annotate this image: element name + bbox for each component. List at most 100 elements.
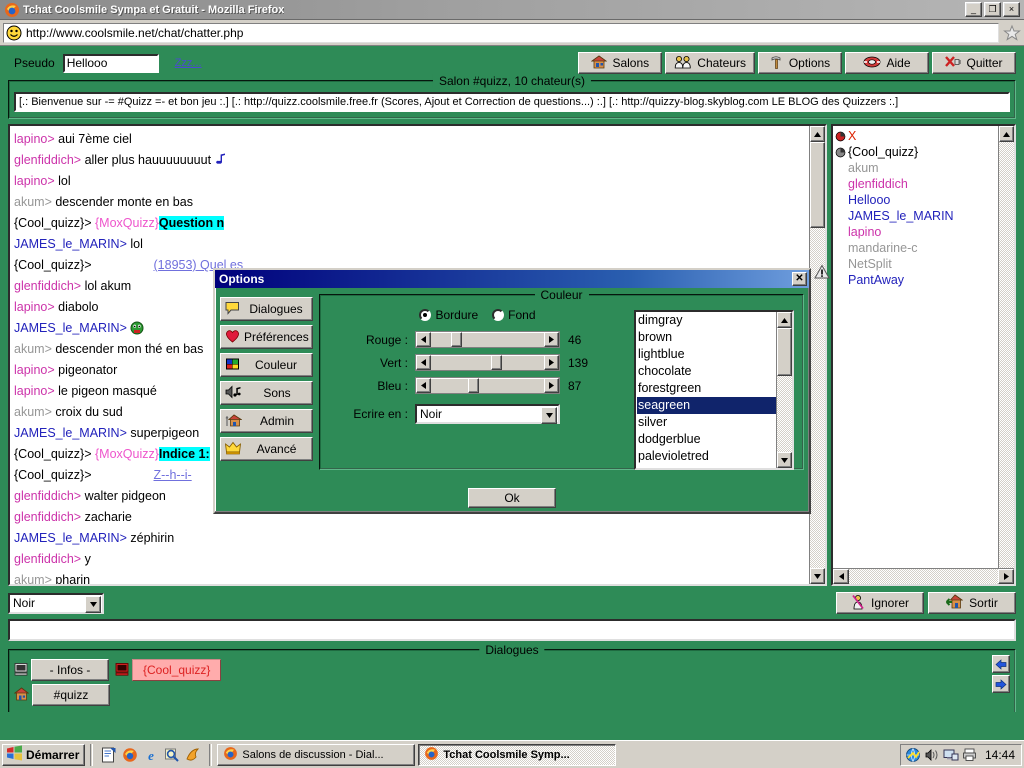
show-desktop-icon[interactable] xyxy=(101,747,117,763)
dialogue-tab-quizz-button[interactable]: #quizz xyxy=(32,684,110,706)
user-list-panel[interactable]: X {Cool_quizz} akum glenfiddich Hellooo … xyxy=(831,124,1016,586)
color-list-item[interactable]: dodgerblue xyxy=(637,431,776,448)
scroll-right-arrow-icon[interactable] xyxy=(998,569,1014,584)
start-button[interactable]: Démarrer xyxy=(2,743,86,766)
color-list-item[interactable]: forestgreen xyxy=(637,380,776,397)
dialogue-scroll-left-icon[interactable] xyxy=(992,655,1010,673)
chevron-down-icon[interactable] xyxy=(85,595,101,613)
user-list-item[interactable]: {Cool_quizz} xyxy=(835,144,998,160)
color-list-item[interactable]: silver xyxy=(637,414,776,431)
radio-fond-indicator[interactable] xyxy=(492,309,505,321)
slider-bleu-track[interactable] xyxy=(431,378,544,393)
taskbar-window-tchat[interactable]: Tchat Coolsmile Symp... xyxy=(418,743,617,766)
user-list-item[interactable]: JAMES_le_MARIN xyxy=(835,208,998,224)
slider-bleu-thumb[interactable] xyxy=(468,378,480,393)
aide-button[interactable]: Aide xyxy=(845,52,929,74)
scroll-down-arrow-icon[interactable] xyxy=(810,568,825,584)
ok-button[interactable]: Ok xyxy=(468,488,556,508)
printer-icon[interactable] xyxy=(962,747,978,763)
radio-fond[interactable]: Fond xyxy=(492,308,536,322)
slider-rouge[interactable] xyxy=(415,331,560,348)
media-player-icon[interactable] xyxy=(185,747,201,763)
dialogue-scroll-right-icon[interactable] xyxy=(992,675,1010,693)
slider-rouge-right-arrow-icon[interactable] xyxy=(544,332,559,347)
slider-vert-right-arrow-icon[interactable] xyxy=(544,355,559,370)
clock[interactable]: 14:44 xyxy=(985,748,1015,762)
search-icon[interactable] xyxy=(164,747,180,763)
salons-button[interactable]: Salons xyxy=(578,52,663,74)
sortir-button[interactable]: Sortir xyxy=(928,592,1016,614)
options-tab-preferences[interactable]: Préférences xyxy=(220,325,313,349)
color-listbox-scroll-track[interactable] xyxy=(777,376,792,452)
userlist-horizontal-scrollbar[interactable] xyxy=(833,568,1014,584)
scroll-down-arrow-icon[interactable] xyxy=(777,452,792,468)
user-list-item[interactable]: akum xyxy=(835,160,998,176)
scroll-up-arrow-icon[interactable] xyxy=(810,126,825,142)
slider-rouge-thumb[interactable] xyxy=(451,332,463,347)
color-list-item[interactable]: dimgray xyxy=(637,312,776,329)
bookmark-star-icon[interactable] xyxy=(1003,24,1021,42)
internet-explorer-icon[interactable]: e xyxy=(143,747,159,763)
dialogue-tab-quizz[interactable]: #quizz xyxy=(13,684,954,706)
firefox-icon[interactable] xyxy=(122,747,138,763)
radio-bordure-indicator[interactable] xyxy=(419,309,432,321)
color-list-item[interactable]: chocolate xyxy=(637,363,776,380)
minimize-button[interactable]: _ xyxy=(965,2,982,17)
chateurs-button[interactable]: Chateurs xyxy=(665,52,755,74)
slider-vert-left-arrow-icon[interactable] xyxy=(416,355,431,370)
radio-bordure[interactable]: Bordure xyxy=(419,308,478,322)
user-list-item[interactable]: X xyxy=(835,128,998,144)
chat-vertical-scrollbar[interactable] xyxy=(809,126,825,584)
color-list-item[interactable]: brown xyxy=(637,329,776,346)
address-bar[interactable]: http://www.coolsmile.net/chat/chatter.ph… xyxy=(3,22,999,43)
color-list-item[interactable]: lightblue xyxy=(637,346,776,363)
options-tab-couleur[interactable]: Couleur xyxy=(220,353,313,377)
user-list-item[interactable]: Hellooo xyxy=(835,192,998,208)
dialogue-tab-coolquizz-button[interactable]: {Cool_quizz} xyxy=(132,659,222,681)
scroll-left-arrow-icon[interactable] xyxy=(833,569,849,584)
chat-scroll-thumb[interactable] xyxy=(810,142,825,228)
userlist-vertical-scrollbar[interactable] xyxy=(998,126,1014,568)
options-tab-sons[interactable]: Sons xyxy=(220,381,313,405)
close-button[interactable]: × xyxy=(1003,2,1020,17)
slider-vert-thumb[interactable] xyxy=(490,355,502,370)
color-listbox-scrollbar[interactable] xyxy=(776,312,792,468)
slider-vert[interactable] xyxy=(415,354,560,371)
options-tab-admin[interactable]: Admin xyxy=(220,409,313,433)
options-tab-avance[interactable]: Avancé xyxy=(220,437,313,461)
pseudo-input[interactable] xyxy=(62,53,159,73)
scroll-up-arrow-icon[interactable] xyxy=(999,126,1014,142)
slider-vert-track[interactable] xyxy=(431,355,544,370)
quitter-button[interactable]: Quitter xyxy=(932,52,1016,74)
dialogue-tab-coolquizz[interactable]: {Cool_quizz} xyxy=(115,659,222,681)
slider-rouge-track[interactable] xyxy=(431,332,544,347)
slider-bleu[interactable] xyxy=(415,377,560,394)
slider-bleu-left-arrow-icon[interactable] xyxy=(416,378,431,393)
userlist-scroll-track[interactable] xyxy=(999,142,1014,568)
color-list-item[interactable]: palevioletred xyxy=(637,448,776,465)
dialogue-tab-infos[interactable]: - Infos - xyxy=(14,659,109,681)
text-color-select[interactable]: Noir xyxy=(8,592,104,614)
message-input[interactable] xyxy=(8,619,1016,641)
color-list-item-selected[interactable]: seagreen xyxy=(637,397,776,414)
color-listbox-scroll-thumb[interactable] xyxy=(777,328,792,376)
slider-bleu-right-arrow-icon[interactable] xyxy=(544,378,559,393)
userlist-hscroll-track[interactable] xyxy=(849,569,998,584)
options-dialog-close-icon[interactable]: ✕ xyxy=(792,272,807,286)
maximize-restore-button[interactable]: ❐ xyxy=(984,2,1001,17)
ignorer-button[interactable]: Ignorer xyxy=(836,592,924,614)
dialogue-tab-infos-button[interactable]: - Infos - xyxy=(31,659,109,681)
options-tab-dialogues[interactable]: Dialogues xyxy=(220,297,313,321)
user-list-item[interactable]: NetSplit xyxy=(835,256,998,272)
scroll-up-arrow-icon[interactable] xyxy=(777,312,792,328)
taskbar-window-salons[interactable]: Salons de discussion - Dial... xyxy=(217,743,416,766)
color-listbox[interactable]: dimgray brown lightblue chocolate forest… xyxy=(634,310,794,470)
ecrire-select[interactable]: Noir xyxy=(415,404,560,424)
topic-bar[interactable]: [.: Bienvenue sur -= #Quizz =- et bon je… xyxy=(14,92,1010,112)
network-icon[interactable] xyxy=(905,747,921,763)
slider-rouge-left-arrow-icon[interactable] xyxy=(416,332,431,347)
user-list-item[interactable]: PantAway xyxy=(835,272,998,288)
user-list-item[interactable]: lapino xyxy=(835,224,998,240)
volume-icon[interactable] xyxy=(924,747,940,763)
user-list-item[interactable]: glenfiddich xyxy=(835,176,998,192)
